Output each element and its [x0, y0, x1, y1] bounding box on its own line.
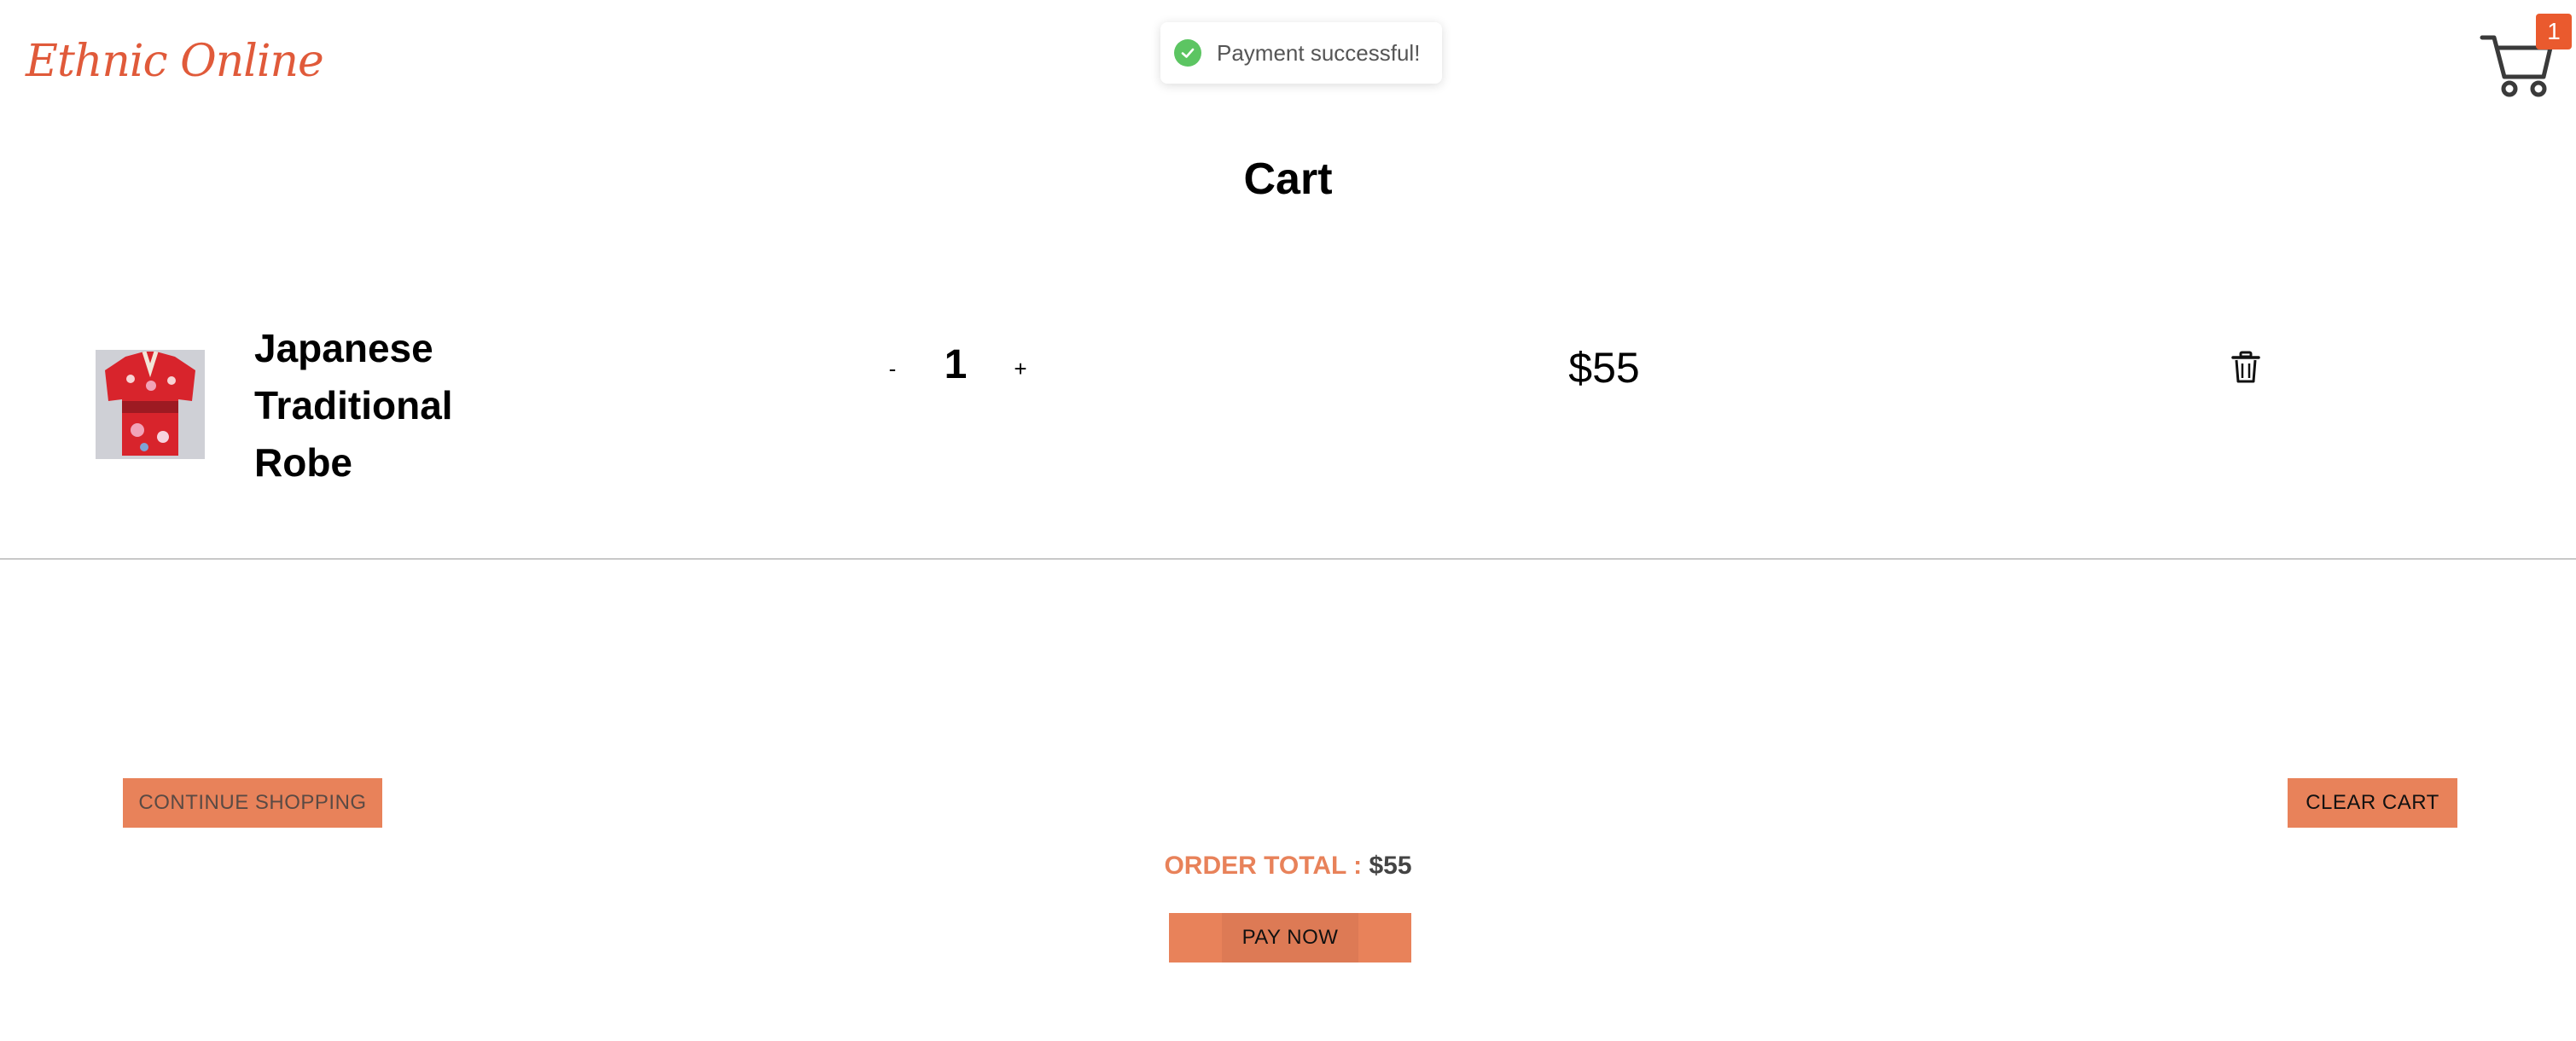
toast-message: Payment successful! [1217, 39, 1421, 66]
toast-notification: Payment successful! [1160, 22, 1442, 84]
page-title: Cart [1243, 154, 1333, 204]
trash-icon[interactable] [2230, 350, 2261, 384]
product-image [96, 350, 205, 459]
pay-now-label: PAY NOW [1222, 913, 1358, 962]
continue-shopping-button[interactable]: CONTINUE SHOPPING [123, 778, 382, 828]
item-price: $55 [1568, 344, 1640, 392]
quantity-decrease-button[interactable]: - [875, 352, 910, 386]
clear-cart-button[interactable]: CLEAR CART [2288, 778, 2457, 828]
product-name: Japanese Traditional Robe [254, 326, 453, 485]
order-total-label: ORDER TOTAL : [1164, 852, 1363, 880]
order-total-value: $55 [1369, 852, 1412, 880]
check-circle-icon [1174, 39, 1201, 67]
cart-count-badge: 1 [2536, 14, 2572, 49]
quantity-value: 1 [944, 342, 968, 387]
order-total: ORDER TOTAL : $55 [0, 852, 2576, 881]
quantity-increase-button[interactable]: + [1003, 352, 1038, 386]
cart-divider [0, 558, 2576, 560]
pay-now-button[interactable]: PAY NOW [1169, 913, 1411, 962]
site-logo[interactable]: Ethnic Online [26, 36, 324, 87]
